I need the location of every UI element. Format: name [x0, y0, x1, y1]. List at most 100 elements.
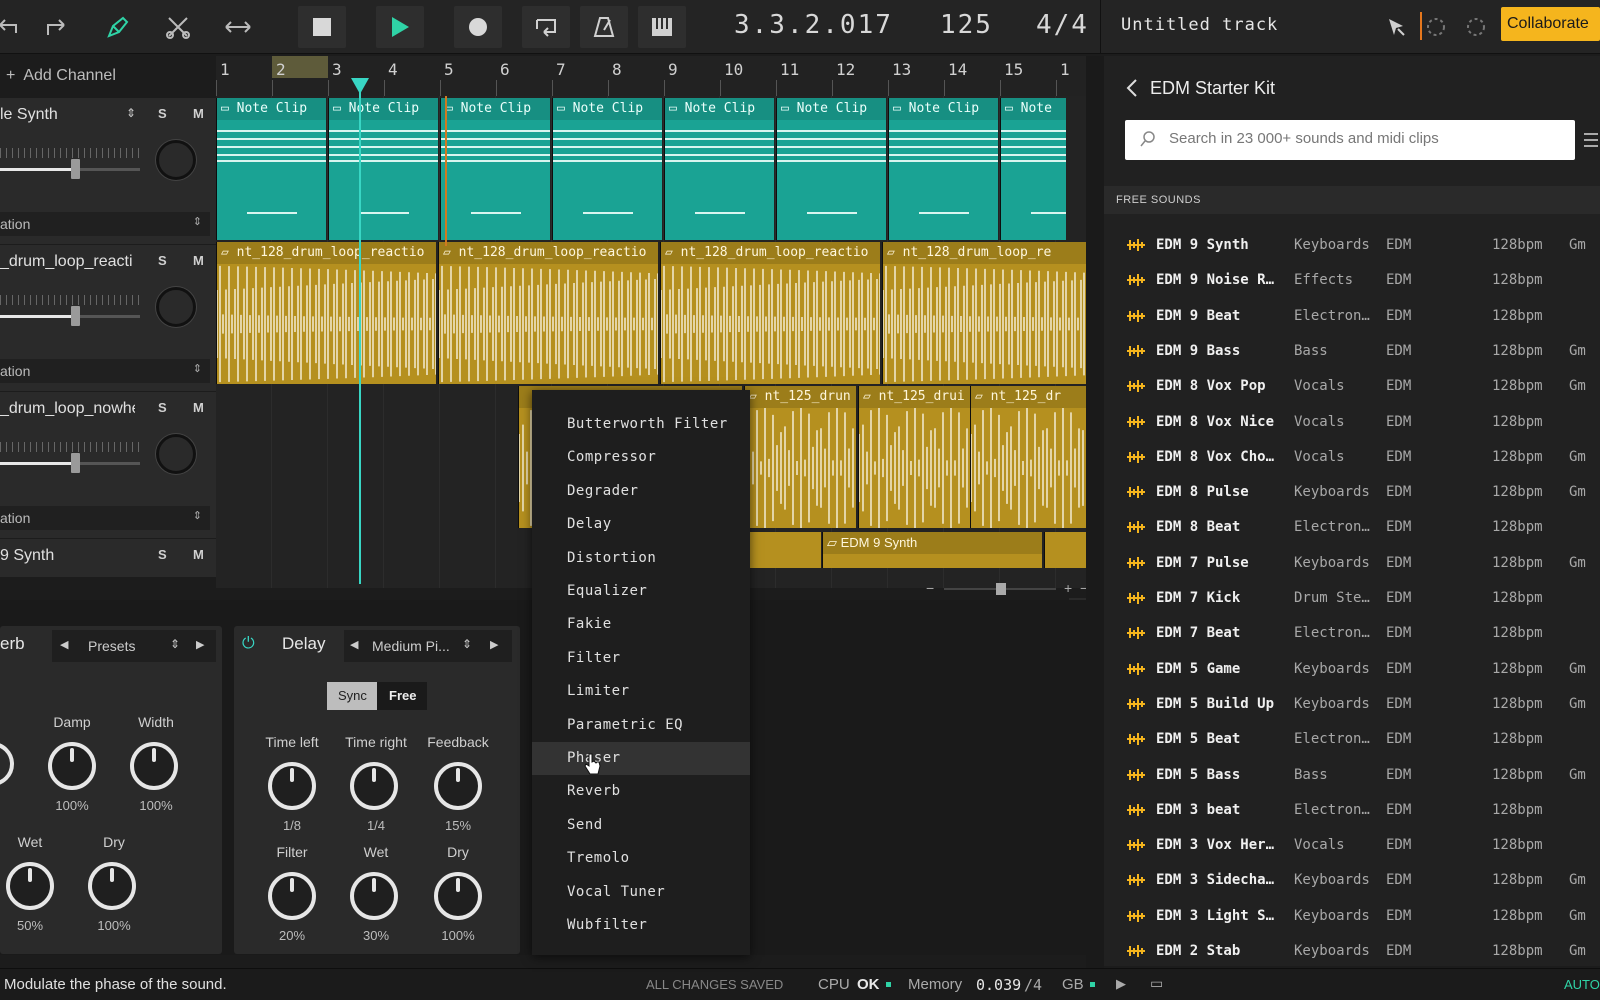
sound-row[interactable]: EDM 8 Beat Electron… EDM 128bpm: [1104, 510, 1600, 545]
sound-row[interactable]: EDM 8 Vox Nice Vocals EDM 128bpm: [1104, 405, 1600, 440]
loop-button[interactable]: [522, 6, 570, 48]
cursor-icon[interactable]: [1376, 6, 1416, 48]
effect-menu-item[interactable]: Butterworth Filter: [532, 408, 750, 441]
filter-knob[interactable]: [268, 872, 316, 920]
sound-row[interactable]: EDM 9 Noise R… Effects EDM 128bpm: [1104, 263, 1600, 298]
power-icon[interactable]: ⏻: [242, 635, 255, 653]
delay-wet-knob[interactable]: [350, 872, 398, 920]
sound-row[interactable]: EDM 7 Beat Electron… EDM 128bpm: [1104, 616, 1600, 651]
channel-name[interactable]: _drum_loop_nowhe: [0, 400, 135, 418]
collaborate-button[interactable]: Collaborate: [1501, 7, 1600, 41]
time-signature-display[interactable]: 4/4: [1036, 10, 1089, 40]
delay-dry-knob[interactable]: [434, 872, 482, 920]
audio-clip[interactable]: ▱ nt_128_drum_loop_reactio: [438, 242, 658, 384]
audio-clip[interactable]: ▱ nt_125_drun: [744, 386, 856, 528]
reverb-preset-select[interactable]: Presets: [88, 638, 135, 654]
note-clip[interactable]: ▭ Note Clip: [776, 98, 886, 240]
sound-row[interactable]: EDM 3 Light S… Keyboards EDM 128bpm Gm: [1104, 899, 1600, 934]
preset-prev-icon[interactable]: ◀: [60, 638, 68, 651]
volume-fader[interactable]: [0, 453, 140, 473]
note-clip[interactable]: ▭ Note Clip: [216, 98, 326, 240]
mute-button[interactable]: M: [193, 400, 204, 415]
note-clip[interactable]: ▭ Note Clip: [328, 98, 438, 240]
redo-icon[interactable]: [34, 6, 78, 48]
back-chevron-icon[interactable]: [1126, 78, 1138, 103]
note-clip[interactable]: ▭ Note Clip: [552, 98, 662, 240]
sound-row[interactable]: EDM 8 Pulse Keyboards EDM 128bpm Gm: [1104, 475, 1600, 510]
solo-button[interactable]: S: [158, 253, 167, 268]
volume-fader[interactable]: [0, 306, 140, 326]
free-toggle[interactable]: Free: [377, 682, 427, 710]
preset-prev-icon[interactable]: ◀: [350, 638, 358, 651]
feedback-knob[interactable]: [434, 762, 482, 810]
user-icon[interactable]: [1416, 6, 1456, 48]
preview-play-icon[interactable]: ▶: [1116, 976, 1126, 992]
audio-clip[interactable]: ▱ nt_125_dr: [970, 386, 1086, 528]
timeline-ruler[interactable]: 1 2 3 4 5 6 7 8 9 10 11 12 13 14 15 1: [216, 56, 1086, 96]
reverb-knob-cut[interactable]: [0, 742, 14, 786]
solo-button[interactable]: S: [158, 400, 167, 415]
mute-button[interactable]: M: [193, 547, 204, 562]
scissors-icon[interactable]: [156, 6, 200, 48]
track-title[interactable]: Untitled track: [1121, 15, 1278, 35]
note-clip[interactable]: ▭ Note Clip: [440, 98, 550, 240]
audio-clip[interactable]: ▱ nt_128_drum_loop_re: [882, 242, 1086, 384]
audio-clip[interactable]: ▱ nt_128_drum_loop_reactio: [216, 242, 436, 384]
zoom-out-h-icon[interactable]: −: [926, 580, 934, 596]
delay-preset-select[interactable]: Medium Pi...: [372, 638, 450, 654]
pan-knob[interactable]: [156, 434, 196, 474]
preset-next-icon[interactable]: ▶: [490, 638, 498, 651]
effect-menu-item[interactable]: Wubfilter: [532, 909, 750, 942]
automation-select[interactable]: ation ⇕: [0, 212, 210, 236]
time-right-knob[interactable]: [350, 762, 398, 810]
effect-menu-item[interactable]: Compressor: [532, 441, 750, 474]
sound-row[interactable]: EDM 2 Stab Keyboards EDM 128bpm Gm: [1104, 934, 1600, 969]
sound-row[interactable]: EDM 9 Bass Bass EDM 128bpm Gm: [1104, 334, 1600, 369]
effect-menu-item[interactable]: Fakie: [532, 608, 750, 641]
pan-knob[interactable]: [156, 287, 196, 327]
audio-clip[interactable]: ▱ nt_128_drum_loop_reactio: [660, 242, 880, 384]
position-display[interactable]: 3.3.2.017: [734, 10, 893, 40]
effect-menu-item[interactable]: Phaser: [532, 742, 750, 775]
preview-comment-icon[interactable]: ▭: [1150, 975, 1163, 992]
volume-fader[interactable]: [0, 159, 140, 179]
pan-knob[interactable]: [156, 140, 196, 180]
audio-clip[interactable]: ▱ nt_125_drui: [858, 386, 970, 528]
mute-button[interactable]: M: [193, 106, 204, 121]
sound-row[interactable]: EDM 7 Pulse Keyboards EDM 128bpm Gm: [1104, 546, 1600, 581]
effect-menu-item[interactable]: Distortion: [532, 542, 750, 575]
mute-button[interactable]: M: [193, 253, 204, 268]
automation-select[interactable]: ation ⇕: [0, 359, 210, 383]
sound-row[interactable]: EDM 5 Build Up Keyboards EDM 128bpm Gm: [1104, 687, 1600, 722]
playhead[interactable]: [359, 80, 361, 584]
effect-menu-item[interactable]: Send: [532, 809, 750, 842]
record-button[interactable]: [454, 6, 502, 48]
note-clip[interactable]: ▭ Note Clip: [888, 98, 998, 240]
sound-row[interactable]: EDM 5 Bass Bass EDM 128bpm Gm: [1104, 758, 1600, 793]
channel-name[interactable]: 9 Synth: [0, 547, 135, 565]
audio-clip[interactable]: [1044, 532, 1086, 568]
zoom-slider[interactable]: [944, 583, 1056, 595]
dry-knob[interactable]: [88, 862, 136, 910]
sound-row[interactable]: EDM 3 beat Electron… EDM 128bpm: [1104, 793, 1600, 828]
sound-row[interactable]: EDM 5 Game Keyboards EDM 128bpm Gm: [1104, 652, 1600, 687]
effect-menu-item[interactable]: Equalizer: [532, 575, 750, 608]
note-clip[interactable]: ▭ Note Clip: [664, 98, 774, 240]
effect-menu-item[interactable]: Limiter: [532, 675, 750, 708]
effect-menu-item[interactable]: Tremolo: [532, 842, 750, 875]
solo-button[interactable]: S: [158, 547, 167, 562]
undo-icon[interactable]: [0, 6, 30, 48]
damp-knob[interactable]: [48, 742, 96, 790]
stop-button[interactable]: [298, 6, 346, 48]
time-left-knob[interactable]: [268, 762, 316, 810]
channel-name[interactable]: _drum_loop_reacti: [0, 253, 135, 271]
width-knob[interactable]: [130, 742, 178, 790]
search-input[interactable]: Search in 23 000+ sounds and midi clips: [1125, 120, 1575, 160]
effect-menu-item[interactable]: Filter: [532, 642, 750, 675]
wet-knob[interactable]: [6, 862, 54, 910]
filter-icon[interactable]: [1582, 128, 1598, 152]
zoom-slider-handle[interactable]: [996, 583, 1006, 595]
add-channel-button[interactable]: + Add Channel: [0, 58, 216, 94]
sound-row[interactable]: EDM 8 Vox Cho… Vocals EDM 128bpm Gm: [1104, 440, 1600, 475]
sound-row[interactable]: EDM 3 Vox Her… Vocals EDM 128bpm: [1104, 828, 1600, 863]
